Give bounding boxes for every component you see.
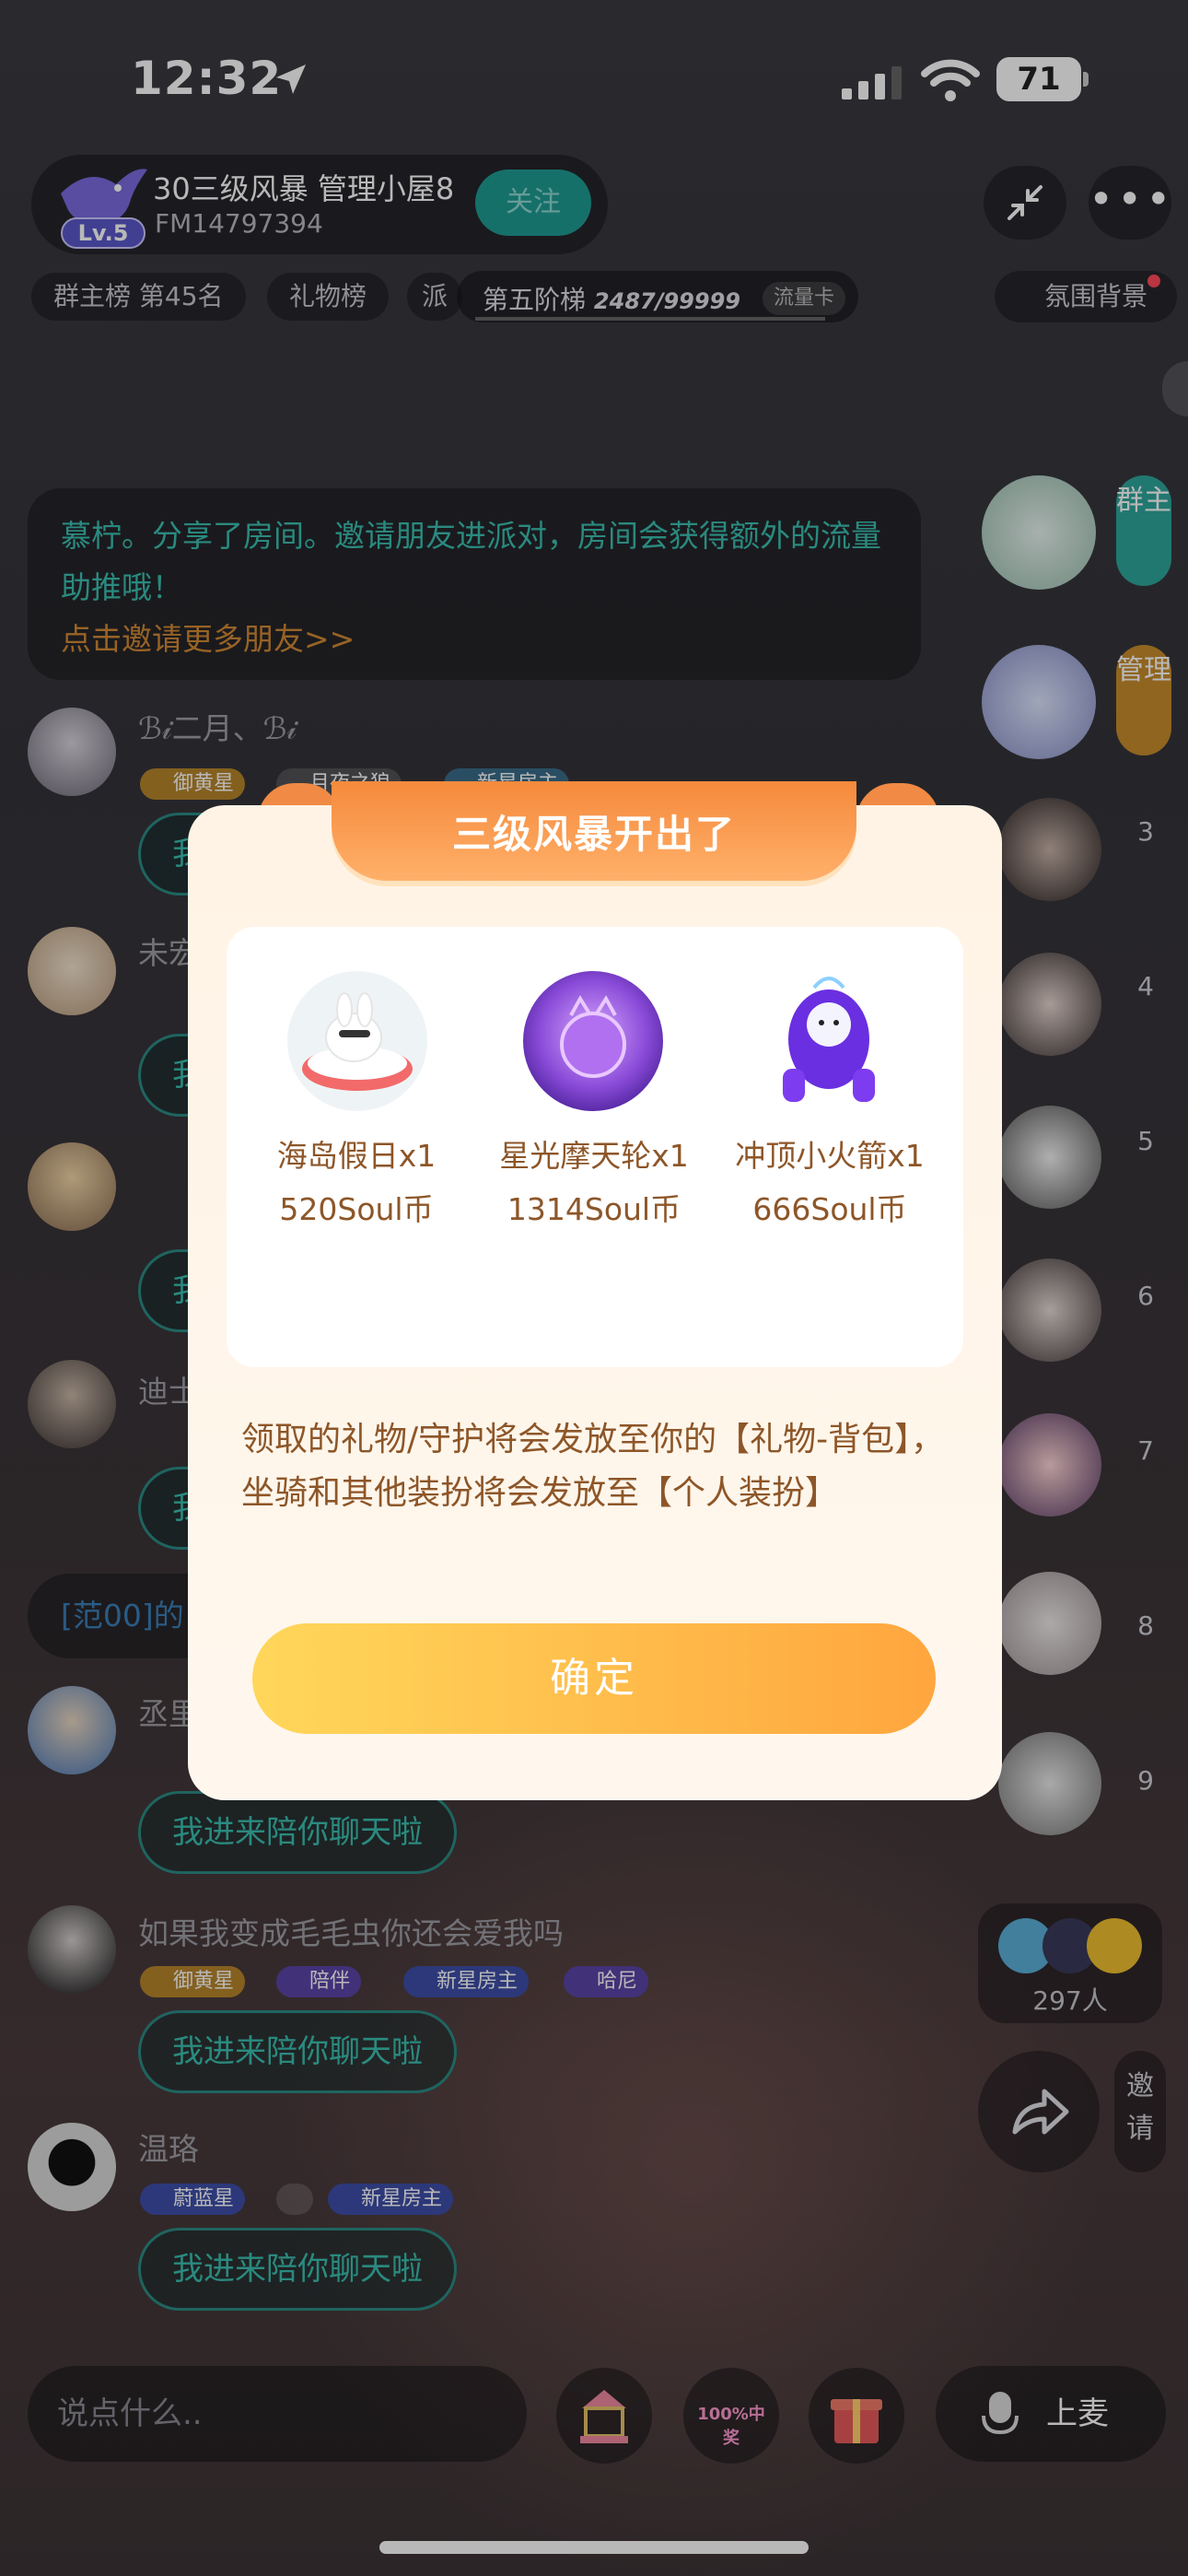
reward-name: 海岛假日x1 [276,1138,437,1174]
modal-title: 三级风暴开出了 [451,812,736,857]
modal-description: 领取的礼物/守护将会发放至你的【礼物-背包】，坐骑和其他装扮将会发放至【个人装扮… [241,1421,945,1512]
star-ferris-wheel-gift-icon [523,971,663,1111]
reward-name: 冲顶小火箭x1 [735,1138,925,1174]
reward-price: 666Soul币 [752,1191,907,1227]
reward-price: 1314Soul币 [507,1191,681,1227]
island-holiday-gift-icon [287,971,427,1111]
reward-name: 星光摩天轮x1 [499,1138,689,1174]
rocket-gift-icon [783,977,875,1102]
confirm-button[interactable]: 确定 [252,1623,936,1734]
reward-price: 520Soul币 [279,1191,434,1227]
